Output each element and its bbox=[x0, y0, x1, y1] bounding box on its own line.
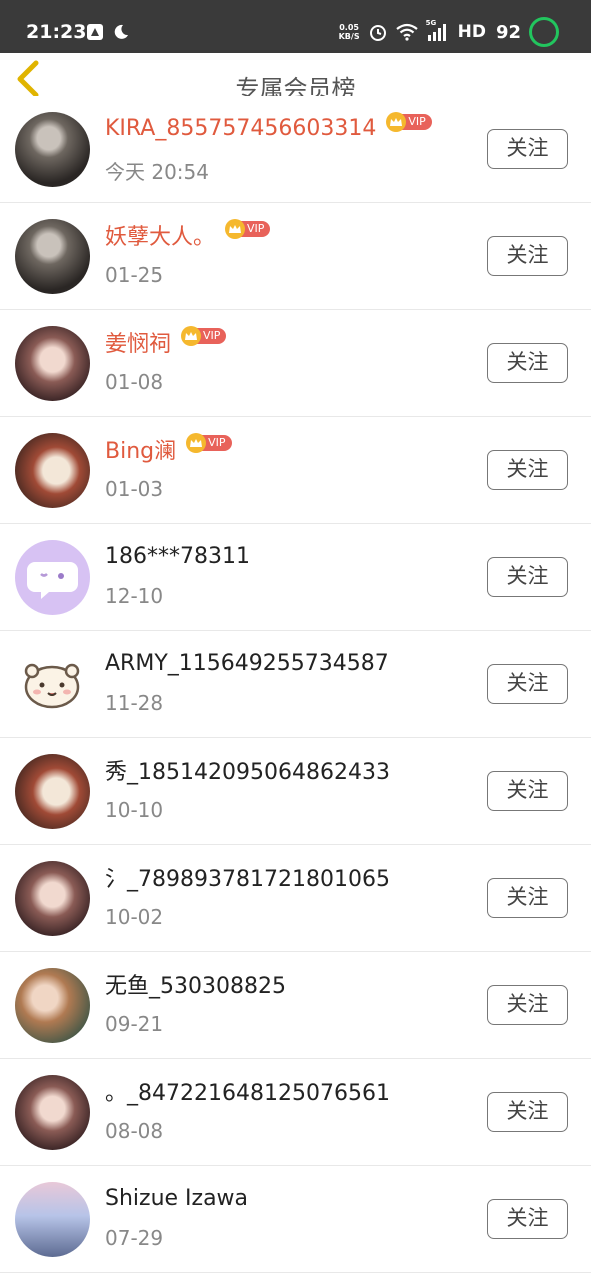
chat-bubble-icon bbox=[27, 562, 78, 599]
status-time: 21:23 bbox=[26, 21, 87, 43]
illustrated-girl-avatar[interactable] bbox=[15, 1075, 90, 1150]
follow-button[interactable]: 关注 bbox=[487, 1092, 568, 1132]
member-name: Shizue Izawa bbox=[105, 1185, 249, 1211]
vip-badge: VIP bbox=[386, 112, 432, 132]
follow-button[interactable]: 关注 bbox=[487, 557, 568, 597]
member-name: 无鱼_530308825 bbox=[105, 974, 286, 999]
member-name-line: ARMY_115649255734587 bbox=[105, 648, 389, 678]
member-row[interactable]: Shizue Izawa 07-29 关注 bbox=[0, 1166, 591, 1273]
member-name-line: 无鱼_530308825 bbox=[105, 969, 286, 999]
follow-button[interactable]: 关注 bbox=[487, 236, 568, 276]
member-name: 秀_185142095064862433 bbox=[105, 760, 390, 785]
vip-badge: VIP bbox=[181, 326, 227, 346]
member-name: 氵_789893781721801065 bbox=[105, 867, 390, 892]
follow-button[interactable]: 关注 bbox=[487, 985, 568, 1025]
crown-icon bbox=[181, 326, 202, 346]
illustrated-girl-avatar[interactable] bbox=[15, 861, 90, 936]
member-row[interactable]: 姜悯祠 VIP 01-08 关注 bbox=[0, 310, 591, 417]
status-bar: 21:23 0.05 KB/S 5G HD 92 bbox=[0, 0, 591, 53]
bear-face-icon bbox=[24, 663, 80, 709]
vip-badge: VIP bbox=[186, 433, 232, 453]
member-row[interactable]: 妖孽大人。 VIP 01-25 关注 bbox=[0, 203, 591, 310]
member-row[interactable]: 秀_185142095064862433 10-10 关注 bbox=[0, 738, 591, 845]
member-name: KIRA_855757456603314 bbox=[105, 115, 377, 141]
member-row[interactable]: 186***78311 12-10 关注 bbox=[0, 524, 591, 631]
follow-button[interactable]: 关注 bbox=[487, 450, 568, 490]
scenery-avatar[interactable] bbox=[15, 1182, 90, 1257]
follow-button[interactable]: 关注 bbox=[487, 1199, 568, 1239]
illustrated-girl-avatar[interactable] bbox=[15, 326, 90, 401]
member-name: 妖孽大人。 bbox=[105, 225, 216, 250]
member-name-line: 秀_185142095064862433 bbox=[105, 755, 390, 785]
member-row[interactable]: 氵_789893781721801065 10-02 关注 bbox=[0, 845, 591, 952]
member-date: 10-02 bbox=[105, 905, 164, 929]
member-date: 12-10 bbox=[105, 584, 164, 608]
member-list: KIRA_855757456603314 VIP 今天 20:54 关注 妖孽大人。 VI… bbox=[0, 96, 591, 1273]
member-date: 08-08 bbox=[105, 1119, 164, 1143]
member-row[interactable]: 无鱼_530308825 09-21 关注 bbox=[0, 952, 591, 1059]
battery-level: 92 bbox=[495, 21, 521, 43]
signal-icon: 5G bbox=[426, 19, 450, 42]
member-date: 07-29 bbox=[105, 1226, 164, 1250]
follow-button[interactable]: 关注 bbox=[487, 771, 568, 811]
chat-bubble-avatar[interactable] bbox=[15, 540, 90, 615]
member-row[interactable]: 。_847221648125076561 08-08 关注 bbox=[0, 1059, 591, 1166]
member-name-line: Bing澜 VIP bbox=[105, 433, 232, 464]
member-name: 186***78311 bbox=[105, 543, 250, 569]
member-name: 姜悯祠 bbox=[105, 332, 172, 357]
member-date: 10-10 bbox=[105, 798, 164, 822]
member-name: ARMY_115649255734587 bbox=[105, 650, 389, 676]
follow-button[interactable]: 关注 bbox=[487, 343, 568, 383]
status-right: 0.05 KB/S 5G HD 92 bbox=[339, 16, 559, 48]
vip-badge: VIP bbox=[225, 219, 271, 239]
member-name-line: 氵_789893781721801065 bbox=[105, 862, 390, 892]
follow-button[interactable]: 关注 bbox=[487, 129, 568, 169]
member-date: 01-25 bbox=[105, 263, 164, 287]
hd-indicator: HD bbox=[457, 22, 486, 42]
member-name-line: Shizue Izawa bbox=[105, 1183, 248, 1213]
member-name: 。_847221648125076561 bbox=[105, 1081, 390, 1106]
member-date: 01-08 bbox=[105, 370, 164, 394]
follow-button[interactable]: 关注 bbox=[487, 664, 568, 704]
member-date: 01-03 bbox=[105, 477, 164, 501]
crown-icon bbox=[186, 433, 207, 453]
moon-icon bbox=[114, 24, 128, 39]
follow-button[interactable]: 关注 bbox=[487, 878, 568, 918]
alarm-icon bbox=[369, 25, 386, 41]
notification-icon bbox=[87, 24, 103, 40]
cartoon-bear-avatar[interactable] bbox=[15, 647, 90, 722]
wifi-icon bbox=[395, 23, 418, 41]
member-row[interactable]: Bing澜 VIP 01-03 关注 bbox=[0, 417, 591, 524]
photo-dark-avatar[interactable] bbox=[15, 219, 90, 294]
anime-girl-avatar[interactable] bbox=[15, 433, 90, 508]
photo-dark-avatar[interactable] bbox=[15, 112, 90, 187]
member-row[interactable]: KIRA_855757456603314 VIP 今天 20:54 关注 bbox=[0, 96, 591, 203]
member-name-line: 妖孽大人。 VIP bbox=[105, 219, 271, 250]
member-name-line: 姜悯祠 VIP bbox=[105, 326, 227, 357]
network-speed: 0.05 KB/S bbox=[338, 23, 360, 41]
member-name-line: 186***78311 bbox=[105, 541, 250, 571]
battery-ring-icon bbox=[529, 17, 559, 47]
member-name: Bing澜 bbox=[105, 439, 177, 464]
member-date: 09-21 bbox=[105, 1012, 164, 1036]
photo-avatar[interactable] bbox=[15, 968, 90, 1043]
anime-girl-avatar[interactable] bbox=[15, 754, 90, 829]
member-date: 今天 20:54 bbox=[105, 160, 209, 184]
member-date: 11-28 bbox=[105, 691, 164, 715]
member-name-line: KIRA_855757456603314 VIP bbox=[105, 112, 432, 143]
member-row[interactable]: ARMY_115649255734587 11-28 关注 bbox=[0, 631, 591, 738]
crown-icon bbox=[225, 219, 246, 239]
member-name-line: 。_847221648125076561 bbox=[105, 1076, 390, 1106]
status-left-icons bbox=[86, 23, 130, 41]
